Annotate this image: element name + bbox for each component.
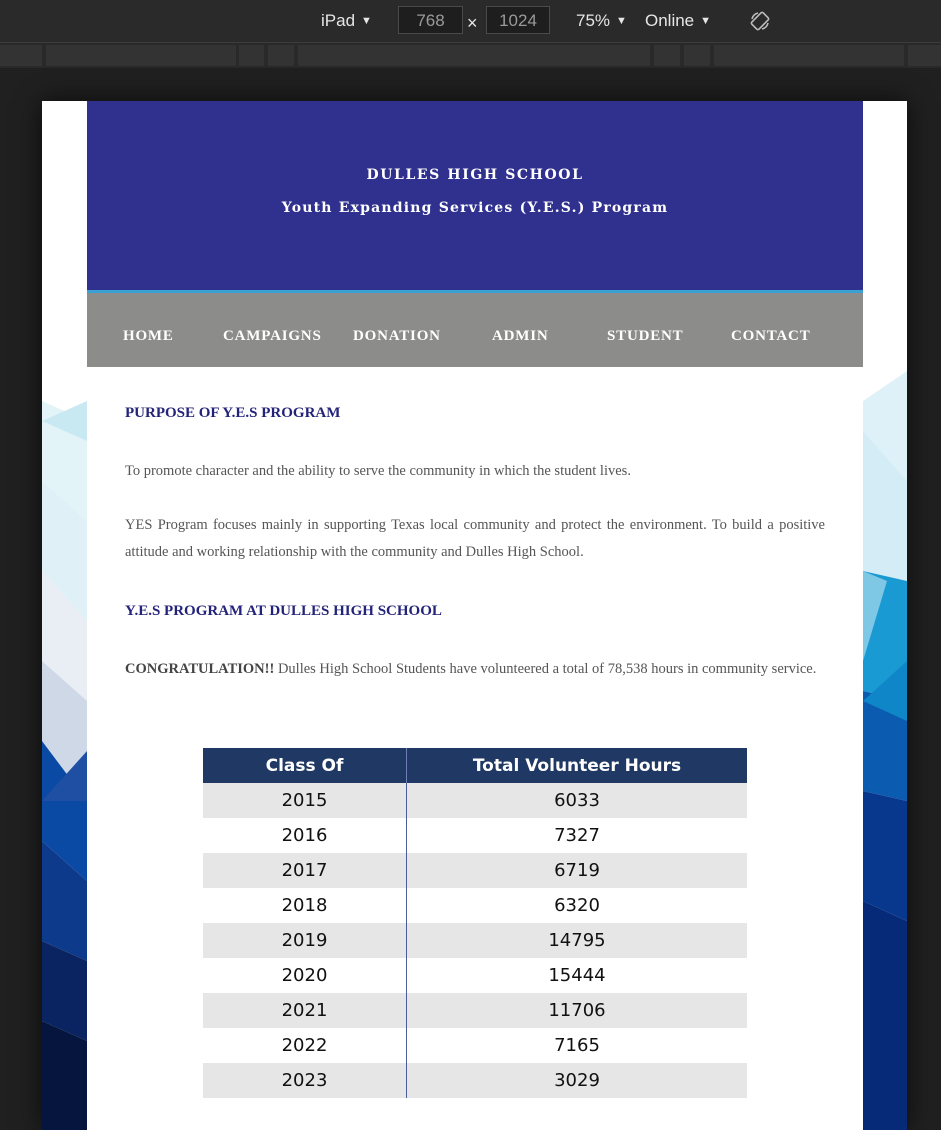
nav-item-admin[interactable]: ADMIN (492, 293, 549, 367)
rotate-icon[interactable] (749, 10, 771, 32)
class-year-cell: 2019 (203, 923, 407, 958)
site-header: DULLES HIGH SCHOOL Youth Expanding Servi… (87, 101, 863, 293)
column-header-class-of: Class Of (203, 748, 407, 783)
nav-item-contact[interactable]: CONTACT (731, 293, 811, 367)
nav-item-campaigns[interactable]: CAMPAIGNS (223, 293, 322, 367)
congratulation-paragraph: CONGRATULATION!! Dulles High School Stud… (125, 656, 825, 683)
hours-cell: 7165 (406, 1028, 747, 1063)
table-row: 2016 7327 (203, 818, 747, 853)
table-row: 2022 7165 (203, 1028, 747, 1063)
purpose-paragraph-1: To promote character and the ability to … (125, 463, 631, 479)
main-nav: HOME CAMPAIGNS DONATION ADMIN STUDENT CO… (87, 293, 863, 367)
hours-cell: 7327 (406, 818, 747, 853)
page-container: DULLES HIGH SCHOOL Youth Expanding Servi… (87, 101, 863, 1130)
height-input[interactable]: 1024 (486, 6, 550, 34)
device-select-label: iPad (321, 11, 356, 30)
column-header-total-hours: Total Volunteer Hours (406, 748, 747, 783)
zoom-select[interactable]: 75% ▼ (576, 0, 627, 42)
class-year-cell: 2020 (203, 958, 407, 993)
dropdown-arrow-icon: ▼ (700, 15, 712, 27)
hours-cell: 6320 (406, 888, 747, 923)
dimension-separator: × (467, 13, 478, 33)
class-year-cell: 2017 (203, 853, 407, 888)
media-query-ruler[interactable] (0, 43, 941, 68)
table-row: 2015 6033 (203, 783, 747, 818)
purpose-heading: PURPOSE OF Y.E.S PROGRAM (125, 405, 341, 421)
volunteer-hours-table: Class Of Total Volunteer Hours 2015 6033 … (203, 748, 747, 1098)
hours-cell: 6719 (406, 853, 747, 888)
nav-item-donation[interactable]: DONATION (353, 293, 441, 367)
program-heading: Y.E.S PROGRAM AT DULLES HIGH SCHOOL (125, 603, 442, 619)
device-select[interactable]: iPad ▼ (321, 0, 372, 42)
network-select-label: Online (645, 11, 695, 30)
nav-item-student[interactable]: STUDENT (607, 293, 683, 367)
table-row: 2020 15444 (203, 958, 747, 993)
table-row: 2023 3029 (203, 1063, 747, 1098)
width-input[interactable]: 768 (398, 6, 463, 34)
zoom-select-label: 75% (576, 11, 611, 30)
hours-cell: 14795 (406, 923, 747, 958)
nav-item-home[interactable]: HOME (123, 293, 174, 367)
dropdown-arrow-icon: ▼ (616, 15, 627, 27)
device-toolbar: iPad ▼ 768 × 1024 75% ▼ Online ▼ (0, 0, 941, 43)
class-year-cell: 2016 (203, 818, 407, 853)
table-row: 2021 11706 (203, 993, 747, 1028)
table-row: 2019 14795 (203, 923, 747, 958)
table-row: 2018 6320 (203, 888, 747, 923)
class-year-cell: 2021 (203, 993, 407, 1028)
dropdown-arrow-icon: ▼ (361, 15, 372, 27)
purpose-paragraph-2: YES Program focuses mainly in supporting… (125, 517, 825, 560)
class-year-cell: 2022 (203, 1028, 407, 1063)
hours-cell: 6033 (406, 783, 747, 818)
hours-cell: 11706 (406, 993, 747, 1028)
hours-cell: 15444 (406, 958, 747, 993)
network-throttle-select[interactable]: Online ▼ (645, 0, 711, 42)
hours-cell: 3029 (406, 1063, 747, 1098)
site-subtitle: Youth Expanding Services (Y.E.S.) Progra… (281, 200, 669, 216)
class-year-cell: 2023 (203, 1063, 407, 1098)
device-viewport: DULLES HIGH SCHOOL Youth Expanding Servi… (42, 101, 907, 1130)
congratulation-text: Dulles High School Students have volunte… (274, 661, 817, 677)
class-year-cell: 2018 (203, 888, 407, 923)
table-header-row: Class Of Total Volunteer Hours (203, 748, 747, 783)
class-year-cell: 2015 (203, 783, 407, 818)
site-title: DULLES HIGH SCHOOL (366, 167, 584, 183)
congratulation-bold: CONGRATULATION!! (125, 661, 275, 677)
table-row: 2017 6719 (203, 853, 747, 888)
